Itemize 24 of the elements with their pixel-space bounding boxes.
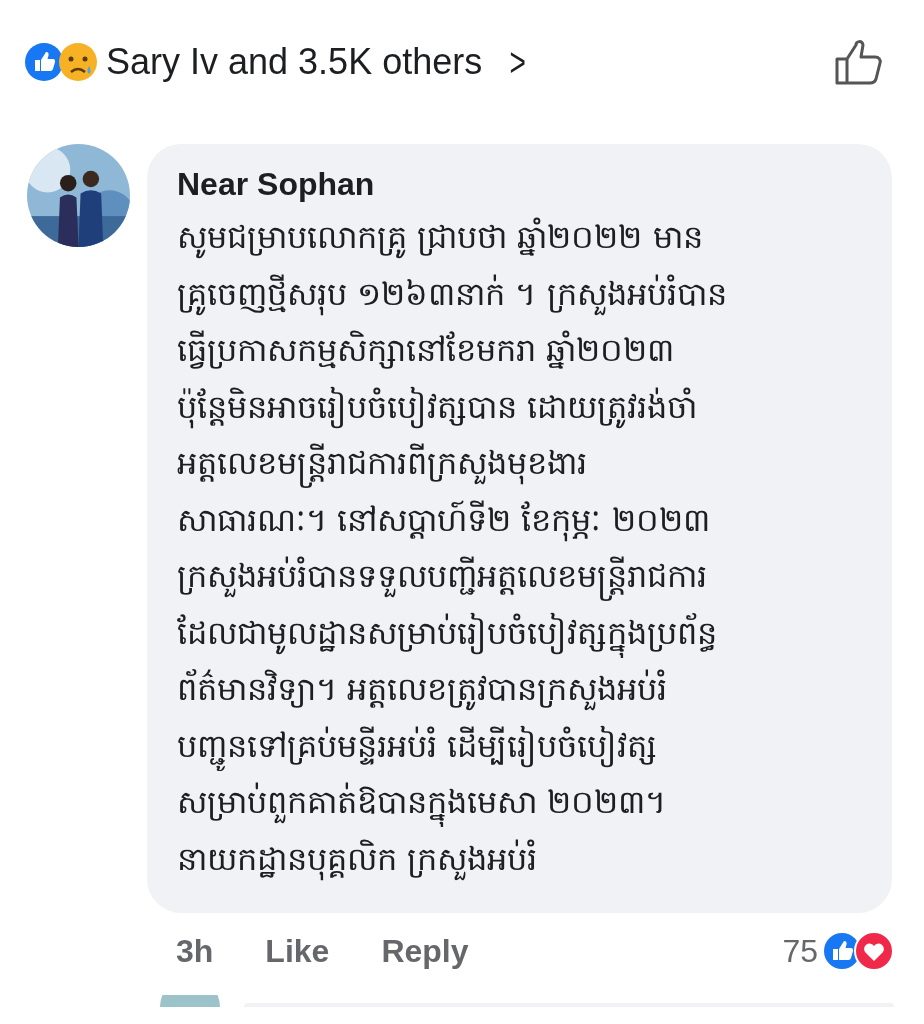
comment-text-line: សាធារណៈ។ នៅសប្តាហ៍ទី២ ខែកុម្ភៈ ២០២៣: [177, 491, 872, 548]
comment-text-line: នាយកដ្ឋានបុគ្គលិក ក្រសួងអប់រំ: [177, 830, 872, 887]
comment-text-line: អត្តលេខមន្ត្រីរាជការពីក្រសួងមុខងារ: [177, 435, 872, 492]
comment-text-line: ដែលជាមូលដ្ឋានសម្រាប់រៀបចំបៀវត្សក្នុងប្រព័ន្ធ: [177, 604, 872, 661]
like-outline-icon[interactable]: [834, 37, 884, 87]
comment-text-line: គ្រូចេញថ្មីសរុប ១២៦៣នាក់ ។ ក្រសួងអប់រំបាន: [177, 265, 872, 322]
comment-text-line: ក្រសួងអប់រំបានទទួលបញ្ជីអត្តលេខមន្ត្រីរាជការ: [177, 548, 872, 605]
comment-text-line: ធ្វើប្រកាសកម្មសិក្សានៅខែមករា ឆ្នាំ២០២៣: [177, 329, 676, 371]
comment-text-line: សម្រាប់ពួកគាត់ឱបានក្នុងមេសា ២០២៣។: [177, 774, 872, 831]
reactions-summary[interactable]: Sary Iv and 3.5K others: [106, 41, 483, 83]
comment-text-line: បញ្ជូនទៅគ្រប់មន្ទីរអប់រំ ដើម្បីរៀបចំបៀវត្ស: [177, 717, 872, 774]
avatar-partial: [160, 995, 220, 1007]
reaction-count: 75: [782, 932, 818, 970]
comment-text-line: សូមជម្រាបលោកគ្រូ ជ្រាបថា ឆ្នាំ២០២២ មាន: [177, 209, 872, 266]
timestamp: 3h: [176, 932, 214, 970]
action-link[interactable]: Reply: [381, 932, 469, 970]
comment-text-line: ប៉ុន្តែមិនអាចរៀបចំបៀវត្សបាន ដោយត្រូវរង់ចាំ: [177, 378, 872, 435]
chevron[interactable]: >: [509, 39, 527, 85]
action-link[interactable]: Like: [265, 932, 330, 970]
comment-text-line: ព័ត៌មានវិទ្យា។ អត្តលេខត្រូវបានក្រសួងអប់រំ: [177, 661, 872, 718]
author-name[interactable]: Near Sophan: [177, 166, 872, 203]
like-reaction-icon: [24, 42, 64, 82]
sad-reaction-icon: [58, 42, 98, 82]
love-reaction-icon: [854, 931, 894, 971]
